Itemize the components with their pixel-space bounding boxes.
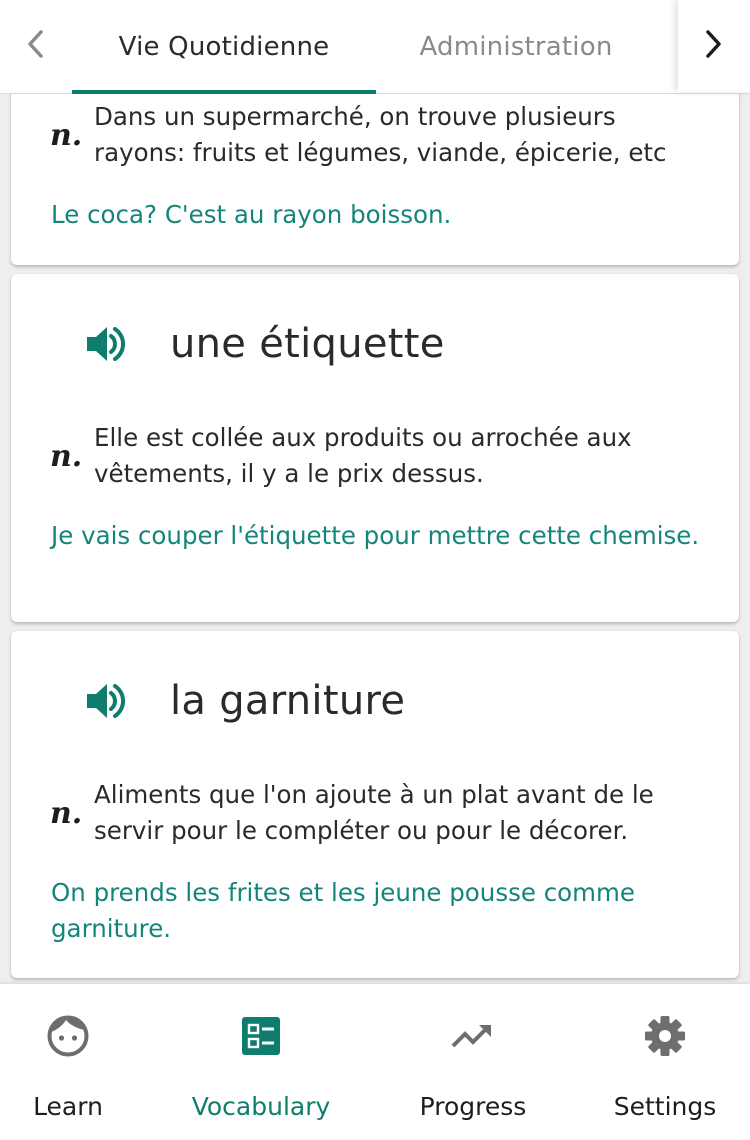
part-of-speech: n. [50, 796, 83, 831]
definition-text: Aliments que l'on ajoute à un plat avant… [94, 780, 654, 845]
next-tab-button[interactable] [678, 0, 750, 92]
vocab-word: une étiquette [170, 321, 445, 367]
part-of-speech: n. [50, 118, 83, 153]
vocab-card-garniture: la garniture n. Aliments que l'on ajoute… [11, 631, 739, 978]
nav-label: Progress [419, 1092, 527, 1121]
nav-settings[interactable]: Settings [600, 984, 730, 1140]
face-icon [46, 1014, 90, 1058]
bottom-navigation: Learn Vocabulary Progress Settings [0, 984, 750, 1140]
chevron-left-icon [25, 29, 45, 63]
chevron-right-icon [704, 29, 724, 63]
nav-label: Learn [33, 1092, 103, 1121]
vocab-card-etiquette: une étiquette n. Elle est collée aux pro… [11, 274, 739, 622]
nav-progress[interactable]: Progress [406, 984, 540, 1140]
speaker-icon[interactable] [85, 324, 125, 364]
vocabulary-screen: n. Dans un supermarché, on trouve plusie… [0, 0, 750, 1140]
category-tab-bar: Vie Quotidienne Administration [0, 0, 750, 94]
vocab-word: la garniture [170, 678, 406, 724]
example-sentence: Je vais couper l'étiquette pour mettre c… [51, 521, 700, 550]
gear-icon [643, 1014, 687, 1058]
trending-up-icon [451, 1014, 495, 1058]
definition-text: Dans un supermarché, on trouve plusieurs… [94, 102, 667, 167]
tab-administration[interactable]: Administration [376, 0, 656, 94]
tab-vie-quotidienne[interactable]: Vie Quotidienne [72, 0, 376, 94]
example-sentence: Le coca? C'est au rayon boisson. [51, 200, 452, 229]
vocabulary-list[interactable]: n. Dans un supermarché, on trouve plusie… [0, 0, 750, 984]
active-tab-indicator [72, 90, 376, 94]
vocab-card-rayon: n. Dans un supermarché, on trouve plusie… [11, 70, 739, 265]
nav-label: Settings [613, 1092, 717, 1121]
nav-label: Vocabulary [191, 1092, 331, 1121]
part-of-speech: n. [50, 439, 83, 474]
nav-vocabulary[interactable]: Vocabulary [182, 984, 340, 1140]
definition-text: Elle est collée aux produits ou arrochée… [94, 423, 632, 488]
nav-learn[interactable]: Learn [4, 984, 132, 1140]
previous-tab-button[interactable] [0, 0, 70, 92]
example-sentence: On prends les frites et les jeune pousse… [51, 878, 635, 943]
speaker-icon[interactable] [85, 681, 125, 721]
vocabulary-list-icon [239, 1014, 283, 1058]
